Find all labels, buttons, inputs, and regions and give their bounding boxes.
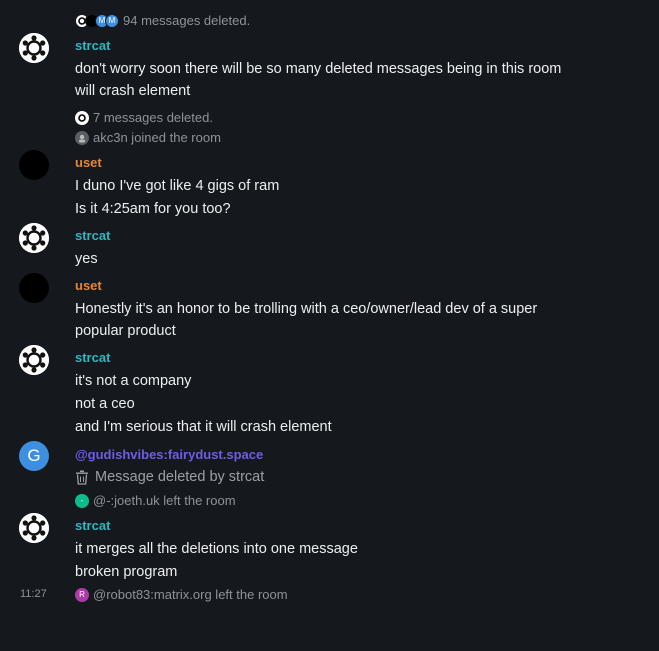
sender-name[interactable]: @gudishvibes:fairydust.space: [75, 447, 263, 462]
join-event: akc3n joined the room: [75, 130, 221, 145]
strcat-avatar[interactable]: [19, 223, 49, 253]
strcat-logo-icon: [19, 33, 49, 63]
strcat-logo-icon: [19, 513, 49, 543]
m-mini-avatar-2: M: [105, 13, 119, 28]
strcat-logo-icon: [19, 345, 49, 375]
redacted-message: Message deleted by strcat: [75, 469, 264, 485]
message-line: it's not a company: [75, 373, 192, 389]
deleted-summary-7[interactable]: 7 messages deleted.: [75, 110, 213, 125]
message-line: broken program: [75, 564, 178, 580]
uset-avatar[interactable]: [19, 150, 49, 180]
message-line: and I'm serious that it will crash eleme…: [75, 419, 332, 435]
event-text: @-:joeth.uk left the room: [93, 493, 236, 508]
strcat-avatar[interactable]: [19, 33, 49, 63]
sender-name[interactable]: strcat: [75, 518, 110, 533]
deleted-text: Message deleted by strcat: [95, 469, 265, 485]
leave-event: - @-:joeth.uk left the room: [75, 493, 236, 508]
strcat-logo-icon: [19, 223, 49, 253]
gudishvibes-avatar[interactable]: G: [19, 441, 49, 471]
room-timeline: M M 94 messages deleted. strcat don't wo…: [0, 0, 659, 651]
trash-icon: [76, 470, 88, 485]
message-line: don't worry soon there will be so many d…: [75, 61, 562, 77]
message-line: will crash element: [75, 83, 191, 99]
message-line: Is it 4:25am for you too?: [75, 201, 231, 217]
event-text: akc3n joined the room: [93, 130, 221, 145]
summary-text: 7 messages deleted.: [93, 110, 213, 125]
message-line: yes: [75, 251, 98, 267]
message-line: not a ceo: [75, 396, 135, 412]
message-line: it merges all the deletions into one mes…: [75, 541, 358, 557]
sender-name[interactable]: strcat: [75, 228, 110, 243]
event-text: @robot83:matrix.org left the room: [93, 587, 288, 602]
uset-avatar[interactable]: [19, 273, 49, 303]
leave-event: R @robot83:matrix.org left the room: [75, 587, 288, 602]
summary-text: 94 messages deleted.: [123, 13, 251, 28]
deleted-summary-94[interactable]: M M 94 messages deleted.: [75, 13, 250, 28]
strcat-mini-avatar: [75, 110, 89, 125]
sender-name[interactable]: uset: [75, 155, 102, 170]
timestamp: 11:27: [20, 588, 47, 600]
sender-name[interactable]: strcat: [75, 350, 110, 365]
strcat-avatar[interactable]: [19, 345, 49, 375]
sender-name[interactable]: strcat: [75, 38, 110, 53]
message-line: I duno I've got like 4 gigs of ram: [75, 178, 280, 194]
message-line: Honestly it's an honor to be trolling wi…: [75, 301, 538, 317]
sender-name[interactable]: uset: [75, 278, 102, 293]
robot-mini-avatar: R: [75, 587, 89, 602]
summary-avatars: M M: [75, 13, 119, 28]
akc3n-mini-avatar: [75, 130, 89, 145]
message-line: popular product: [75, 323, 176, 339]
joeth-mini-avatar: -: [75, 493, 89, 508]
strcat-avatar[interactable]: [19, 513, 49, 543]
